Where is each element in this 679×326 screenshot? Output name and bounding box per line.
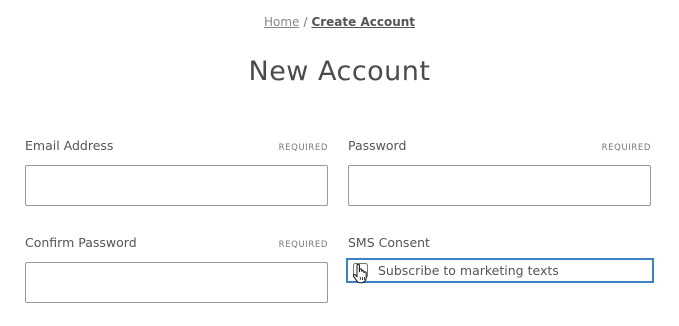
email-field-group: Email Address REQUIRED xyxy=(25,138,328,206)
email-input[interactable] xyxy=(25,165,328,206)
breadcrumb: Home / Create Account xyxy=(0,15,679,29)
password-required-tag: REQUIRED xyxy=(601,143,651,153)
breadcrumb-current-link[interactable]: Create Account xyxy=(311,15,415,29)
breadcrumb-home-link[interactable]: Home xyxy=(264,15,299,29)
sms-consent-field-group: SMS Consent xyxy=(348,235,651,253)
email-required-tag: REQUIRED xyxy=(278,143,328,153)
confirm-password-required-tag: REQUIRED xyxy=(278,240,328,250)
confirm-password-label: Confirm Password xyxy=(25,235,137,250)
email-label: Email Address xyxy=(25,138,114,153)
confirm-password-field-group: Confirm Password REQUIRED xyxy=(25,235,328,303)
hand-pointer-icon xyxy=(352,264,367,284)
password-label: Password xyxy=(348,138,407,153)
confirm-password-input[interactable] xyxy=(25,262,328,303)
breadcrumb-separator: / xyxy=(303,15,308,29)
password-input[interactable] xyxy=(348,165,651,206)
password-field-group: Password REQUIRED xyxy=(348,138,651,206)
sms-consent-checkbox-label: Subscribe to marketing texts xyxy=(378,263,559,278)
sms-consent-option[interactable]: Subscribe to marketing texts xyxy=(346,258,654,283)
sms-consent-label: SMS Consent xyxy=(348,235,430,250)
page-title: New Account xyxy=(248,56,431,87)
create-account-page: Home / Create Account New Account Email Ad… xyxy=(0,0,679,326)
